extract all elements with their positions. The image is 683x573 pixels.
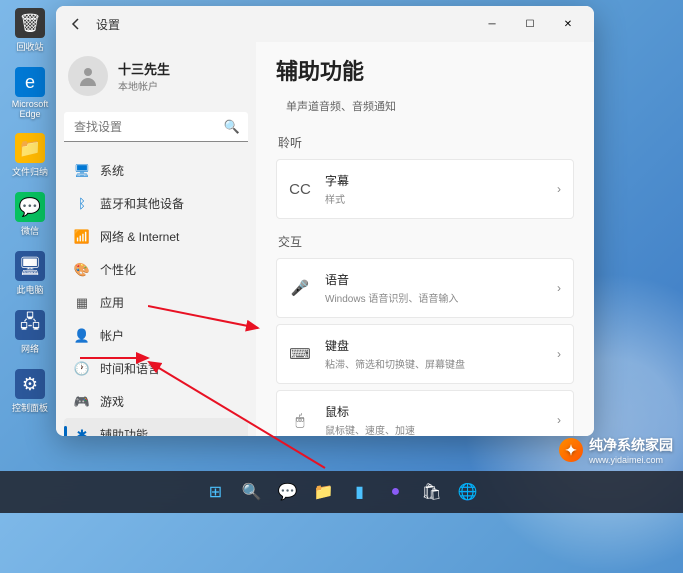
nav-icon: ✱	[74, 427, 90, 437]
taskbar: ⊞ 🔍 💬 📁 ▮ ● 🛍 🌐	[0, 471, 683, 513]
user-block[interactable]: 十三先生 本地帐户	[64, 50, 248, 102]
nav-icon: 📶	[74, 229, 90, 245]
sidebar-item-4[interactable]: ▦ 应用	[64, 286, 248, 319]
taskbar-store[interactable]: 🛍	[416, 476, 448, 508]
desktop-icon-network[interactable]: 🖧网络	[8, 310, 52, 355]
avatar	[68, 56, 108, 96]
settings-window: 设置 ─ ☐ ✕ 十三先生 本地帐户 🔍 🖥 系统 ᛒ 蓝牙和其他设备 📶 网络 & In…	[56, 6, 594, 436]
nav-label: 游戏	[100, 393, 124, 410]
card-键盘[interactable]: ⌨ 键盘粘滞、筛选和切换键、屏幕键盘 ›	[276, 324, 574, 384]
card-鼠标[interactable]: 🖱 鼠标鼠标键、速度、加速 ›	[276, 390, 574, 436]
section-interaction: 交互	[278, 233, 574, 250]
chevron-right-icon: ›	[557, 281, 561, 295]
sidebar-item-6[interactable]: 🕐 时间和语言	[64, 352, 248, 385]
sidebar-item-3[interactable]: 🎨 个性化	[64, 253, 248, 286]
card-sub: 鼠标键、速度、加速	[325, 422, 543, 436]
card-字幕[interactable]: CC 字幕样式 ›	[276, 159, 574, 219]
card-icon: 🖱	[289, 409, 311, 431]
section-hearing: 聆听	[278, 134, 574, 151]
nav-icon: 👤	[74, 328, 90, 344]
nav-label: 应用	[100, 294, 124, 311]
wechat-icon: 💬	[15, 192, 45, 222]
taskbar-app2[interactable]: ●	[380, 476, 412, 508]
nav-label: 时间和语言	[100, 360, 160, 377]
sidebar-item-5[interactable]: 👤 帐户	[64, 319, 248, 352]
desktop-icon-wechat[interactable]: 💬微信	[8, 192, 52, 237]
nav-label: 蓝牙和其他设备	[100, 195, 184, 212]
card-icon: ⌨	[289, 343, 311, 365]
computer-icon: 🖥	[15, 251, 45, 281]
search-icon: 🔍	[224, 119, 240, 135]
taskbar-explorer[interactable]: 📁	[308, 476, 340, 508]
user-type: 本地帐户	[118, 78, 170, 93]
sidebar-item-0[interactable]: 🖥 系统	[64, 154, 248, 187]
nav-icon: ▦	[74, 295, 90, 311]
taskbar-search[interactable]: 🔍	[236, 476, 268, 508]
minimize-button[interactable]: ─	[474, 10, 510, 38]
sidebar-item-1[interactable]: ᛒ 蓝牙和其他设备	[64, 187, 248, 220]
window-title: 设置	[96, 16, 120, 33]
sidebar-item-8[interactable]: ✱ 辅助功能	[64, 418, 248, 436]
card-sub: Windows 语音识别、语音输入	[325, 290, 543, 305]
network-icon: 🖧	[15, 310, 45, 340]
nav-label: 个性化	[100, 261, 136, 278]
back-button[interactable]	[64, 12, 88, 36]
trash-icon: 🗑	[15, 8, 45, 38]
card-sub: 粘滞、筛选和切换键、屏幕键盘	[325, 356, 543, 371]
nav-icon: 🎮	[74, 394, 90, 410]
maximize-button[interactable]: ☐	[512, 10, 548, 38]
nav-icon: 🎨	[74, 262, 90, 278]
card-语音[interactable]: 🎤 语音 Windows 语音识别、语音输入 ›	[276, 258, 574, 318]
search-input[interactable]	[64, 112, 248, 142]
page-title: 辅助功能	[276, 54, 574, 86]
desktop-icons: 🗑回收站 eMicrosoft Edge 📁文件归纳 💬微信 🖥此电脑 🖧网络 …	[8, 8, 52, 414]
folder-icon: 📁	[15, 133, 45, 163]
edge-icon: e	[15, 67, 45, 97]
chevron-right-icon: ›	[557, 347, 561, 361]
top-subline: 单声道音频、音频通知	[276, 92, 574, 120]
close-button[interactable]: ✕	[550, 10, 586, 38]
nav-icon: 🕐	[74, 361, 90, 377]
desktop-icon-edge[interactable]: eMicrosoft Edge	[8, 67, 52, 119]
taskbar-chat[interactable]: 💬	[272, 476, 304, 508]
card-title: 键盘	[325, 337, 543, 354]
card-title: 字幕	[325, 172, 543, 189]
nav-label: 帐户	[100, 327, 124, 344]
chevron-right-icon: ›	[557, 413, 561, 427]
search-box[interactable]: 🔍	[64, 112, 248, 142]
desktop-icon-folder[interactable]: 📁文件归纳	[8, 133, 52, 178]
card-icon: CC	[289, 178, 311, 200]
card-title: 语音	[325, 271, 543, 288]
nav-icon: 🖥	[74, 163, 90, 179]
nav-label: 系统	[100, 162, 124, 179]
nav-icon: ᛒ	[74, 196, 90, 212]
card-icon: 🎤	[289, 277, 311, 299]
nav-label: 网络 & Internet	[100, 228, 179, 245]
nav-label: 辅助功能	[100, 426, 148, 436]
chevron-right-icon: ›	[557, 182, 561, 196]
card-title: 鼠标	[325, 403, 543, 420]
desktop-icon-control[interactable]: ⚙控制面板	[8, 369, 52, 414]
card-sub: 样式	[325, 191, 543, 206]
control-panel-icon: ⚙	[15, 369, 45, 399]
taskbar-app1[interactable]: ▮	[344, 476, 376, 508]
desktop-icon-recycle[interactable]: 🗑回收站	[8, 8, 52, 53]
user-name: 十三先生	[118, 59, 170, 78]
watermark-logo-icon: ✦	[559, 438, 583, 462]
titlebar: 设置 ─ ☐ ✕	[56, 6, 594, 42]
sidebar: 十三先生 本地帐户 🔍 🖥 系统 ᛒ 蓝牙和其他设备 📶 网络 & Internet 🎨 个性…	[56, 42, 256, 436]
start-button[interactable]: ⊞	[200, 476, 232, 508]
sidebar-item-2[interactable]: 📶 网络 & Internet	[64, 220, 248, 253]
watermark: ✦ 纯净系统家园 www.yidaimei.com	[559, 435, 673, 465]
content-area: 辅助功能 单声道音频、音频通知 聆听 CC 字幕样式 › 交互 🎤 语音 Windows…	[256, 42, 594, 436]
desktop-icon-thispc[interactable]: 🖥此电脑	[8, 251, 52, 296]
sidebar-item-7[interactable]: 🎮 游戏	[64, 385, 248, 418]
taskbar-edge[interactable]: 🌐	[452, 476, 484, 508]
